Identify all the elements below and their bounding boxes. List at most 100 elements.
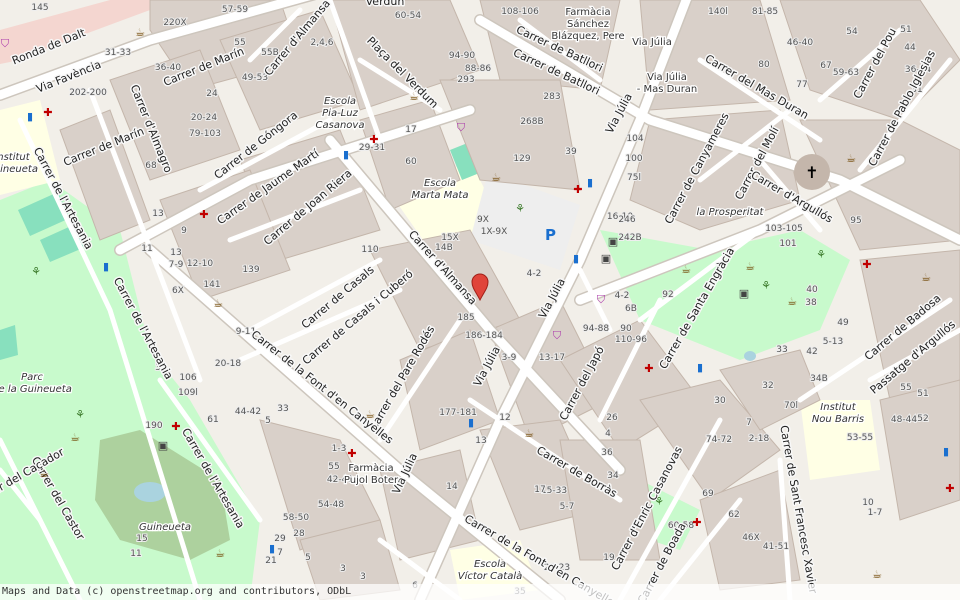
house-number: 5 (305, 553, 311, 563)
house-number: 3 (360, 572, 366, 582)
house-number: 58-50 (283, 513, 309, 523)
cafe-icon[interactable]: ☕ (491, 171, 501, 184)
playground-icon[interactable]: ⚘ (31, 265, 41, 278)
house-number: 3 (340, 564, 346, 574)
house-number: 129 (513, 154, 530, 164)
house-number: 246 (618, 215, 635, 225)
shop-icon[interactable]: ⛉ (597, 293, 606, 306)
cafe-icon[interactable]: ☕ (215, 547, 225, 560)
house-number: 74-72 (706, 435, 732, 445)
house-number: 51 (917, 389, 928, 399)
house-number: 32 (762, 381, 773, 391)
bus-stop-icon[interactable]: ▮ (269, 542, 275, 555)
house-number: 2,4,6 (311, 38, 334, 48)
cafe-icon[interactable]: ☕ (39, 467, 49, 480)
pharmacy-icon[interactable]: ✚ (692, 516, 701, 529)
house-number: 24 (206, 89, 218, 99)
shop-icon[interactable]: ⛉ (1, 37, 10, 50)
bus-stop-icon[interactable]: ▮ (943, 445, 949, 458)
tram-stop-icon[interactable]: ▣ (601, 252, 611, 265)
pharmacy-icon[interactable]: ✚ (171, 420, 180, 433)
tram-stop-icon[interactable]: ▣ (608, 235, 618, 248)
house-number: 202-200 (69, 88, 107, 98)
map-view[interactable]: ✝ P 145 57-59 220X 60-54 108-106 140l 81-85 55 2… (0, 0, 960, 600)
house-number: 140l (708, 7, 728, 17)
house-number: 69 (702, 489, 714, 499)
cafe-icon[interactable]: ☕ (846, 152, 856, 165)
house-number: 80 (758, 60, 770, 70)
house-number: 5-7 (560, 502, 575, 512)
bus-stop-icon[interactable]: ▮ (697, 361, 703, 374)
pharmacy-icon[interactable]: ✚ (43, 106, 52, 119)
house-number: 52 (917, 414, 928, 424)
house-number: 11 (141, 244, 152, 254)
house-number: 49 (837, 318, 849, 328)
house-number: 34 (607, 471, 619, 481)
bus-stop-icon[interactable]: ▮ (343, 148, 349, 161)
map-canvas[interactable]: ✝ P 145 57-59220X60-54 108-106 140l 81-8555 2… (0, 0, 960, 600)
cafe-icon[interactable]: ☕ (524, 427, 534, 440)
house-number: 190 (145, 421, 162, 431)
house-number: 54 (846, 27, 858, 37)
pharmacy-icon[interactable]: ✚ (369, 133, 378, 146)
house-number: 46X (742, 533, 760, 543)
bus-stop-icon[interactable]: ▮ (103, 260, 109, 273)
house-number: 94-88 (583, 324, 609, 334)
house-number: 12-10 (187, 259, 213, 269)
shop-icon[interactable]: ⛉ (457, 121, 466, 134)
tram-stop-icon[interactable]: ▣ (158, 439, 168, 452)
bus-stop-icon[interactable]: ▮ (468, 416, 474, 429)
sports-pitch (0, 325, 18, 360)
pond (134, 482, 166, 502)
house-number: 55 (328, 462, 339, 472)
cafe-icon[interactable]: ☕ (681, 263, 691, 276)
playground-icon[interactable]: ⚘ (761, 279, 771, 292)
house-number: 100 (625, 154, 642, 164)
playground-icon[interactable]: ⚘ (75, 408, 85, 421)
pharmacy-icon[interactable]: ✚ (945, 482, 954, 495)
house-number: 3-9 (502, 353, 517, 363)
house-number: 20-18 (215, 359, 241, 369)
house-number: 268B (520, 117, 543, 127)
house-number: 5 (265, 416, 271, 426)
house-number: 51 (900, 25, 911, 35)
cafe-icon[interactable]: ☕ (787, 295, 797, 308)
house-number: 42 (806, 347, 817, 357)
house-number: 14 (446, 482, 458, 492)
pharmacy-icon[interactable]: ✚ (199, 208, 208, 221)
house-number: 1-3 (332, 444, 347, 454)
house-number: 57-59 (222, 5, 248, 15)
cafe-icon[interactable]: ☕ (921, 271, 931, 284)
cafe-icon[interactable]: ☕ (872, 568, 882, 581)
bus-stop-icon[interactable]: ▮ (573, 252, 579, 265)
pharmacy-icon[interactable]: ✚ (347, 447, 356, 460)
pharmacy-icon[interactable]: ✚ (573, 183, 582, 196)
house-number: 40 (806, 285, 818, 295)
playground-icon[interactable]: ⚘ (654, 495, 664, 508)
cafe-icon[interactable]: ☕ (213, 297, 223, 310)
playground-icon[interactable]: ⚘ (515, 202, 525, 215)
house-number: 6B (625, 304, 637, 314)
cafe-icon[interactable]: ☕ (135, 26, 145, 39)
house-number: 46-40 (787, 38, 813, 48)
house-number: 13 (152, 209, 163, 219)
playground-icon[interactable]: ⚘ (816, 248, 826, 261)
pharmacy-icon[interactable]: ✚ (862, 258, 871, 271)
cafe-icon[interactable]: ☕ (365, 408, 375, 421)
bus-stop-icon[interactable]: ▮ (27, 110, 33, 123)
house-number: 34B (810, 374, 828, 384)
cafe-icon[interactable]: ☕ (745, 260, 755, 273)
house-number: 109l (178, 388, 198, 398)
shop-icon[interactable]: ⛉ (553, 329, 562, 342)
house-number: 75l (627, 173, 641, 183)
tram-stop-icon[interactable]: ▣ (739, 287, 749, 300)
pharmacy-icon[interactable]: ✚ (644, 362, 653, 375)
cafe-icon[interactable]: ☕ (409, 90, 419, 103)
bus-stop-icon[interactable]: ▮ (587, 176, 593, 189)
transit-label: Via Júlia (632, 36, 672, 48)
house-number: 110-96 (615, 335, 647, 345)
house-number: 1X-9X (481, 227, 508, 237)
cafe-icon[interactable]: ☕ (70, 431, 80, 444)
house-number: 101 (779, 239, 796, 249)
house-number: 6X (172, 286, 184, 296)
